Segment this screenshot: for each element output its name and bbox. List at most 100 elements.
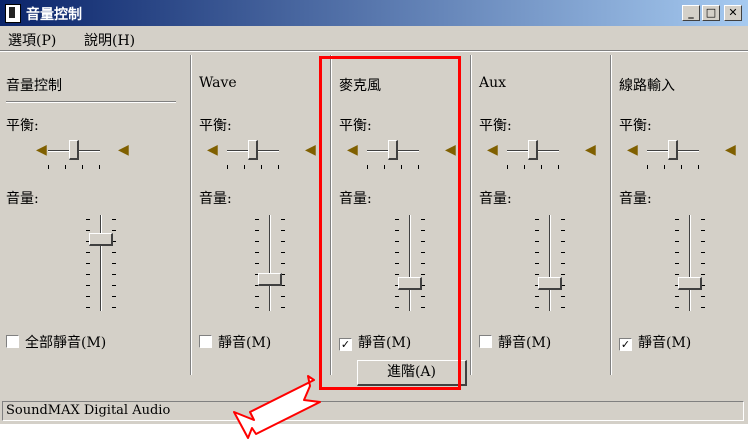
tick-mark <box>535 263 539 264</box>
tick-mark <box>561 274 565 275</box>
tick-mark <box>112 252 116 253</box>
speaker-right-icon: ◀ <box>725 142 736 158</box>
balance-thumb[interactable] <box>668 140 678 160</box>
tick-mark <box>86 263 90 264</box>
tick-mark <box>701 296 705 297</box>
balance-slider[interactable] <box>647 140 699 172</box>
balance-label: 平衡: <box>479 118 512 134</box>
tick-mark <box>281 241 285 242</box>
menu-bar: 選項(P) 說明(H) <box>0 27 748 49</box>
volume-slider[interactable] <box>251 215 291 311</box>
tick-mark <box>112 296 116 297</box>
tick-mark <box>561 263 565 264</box>
channel-name: 音量控制 <box>6 78 62 94</box>
mute-checkbox[interactable]: 靜音(M) <box>199 332 271 352</box>
tick-mark <box>535 219 539 220</box>
menu-help[interactable]: 說明(H) <box>84 30 135 50</box>
channel-column: 線路輸入 平衡: ◀ ◀ 音量: ✓ 靜音(M) <box>613 55 748 375</box>
tick-mark <box>675 307 679 308</box>
tick-mark <box>647 165 648 169</box>
checkbox-box[interactable] <box>6 335 19 348</box>
tick-mark <box>281 307 285 308</box>
channel-name: Wave <box>199 75 237 91</box>
window-title: 音量控制 <box>26 7 82 23</box>
tick-mark <box>561 219 565 220</box>
mute-checkbox[interactable]: ✓ 靜音(M) <box>619 332 691 352</box>
channel-column: 音量控制 平衡: ◀ ◀ 音量: 全部靜音(M) <box>0 55 176 375</box>
tick-mark <box>112 219 116 220</box>
volume-thumb[interactable] <box>678 277 702 290</box>
checkbox-box[interactable]: ✓ <box>619 338 632 351</box>
balance-thumb[interactable] <box>528 140 538 160</box>
speaker-right-icon: ◀ <box>585 142 596 158</box>
tick-mark <box>112 230 116 231</box>
volume-slider[interactable] <box>82 215 122 311</box>
mute-label: 靜音(M) <box>638 335 692 351</box>
balance-ticks <box>647 165 699 169</box>
tick-mark <box>255 263 259 264</box>
volume-thumb[interactable] <box>89 233 113 246</box>
tick-mark <box>561 230 565 231</box>
tick-mark <box>86 219 90 220</box>
checkbox-box[interactable] <box>199 335 212 348</box>
balance-thumb[interactable] <box>69 140 79 160</box>
tick-mark <box>675 230 679 231</box>
tick-mark <box>255 252 259 253</box>
tick-mark <box>86 230 90 231</box>
tick-mark <box>535 252 539 253</box>
tick-mark <box>535 296 539 297</box>
speaker-left-icon: ◀ <box>487 142 498 158</box>
checkbox-box[interactable] <box>479 335 492 348</box>
channel-column: Wave 平衡: ◀ ◀ 音量: 靜音(M) <box>193 55 331 375</box>
maximize-button[interactable]: □ <box>702 5 720 21</box>
channel-name: Aux <box>479 75 507 91</box>
tick-mark <box>255 296 259 297</box>
channel-column: Aux 平衡: ◀ ◀ 音量: 靜音(M) <box>473 55 611 375</box>
mute-checkbox[interactable]: 靜音(M) <box>479 332 551 352</box>
tick-mark <box>675 263 679 264</box>
balance-slider[interactable] <box>48 140 100 172</box>
tick-mark <box>86 296 90 297</box>
tick-mark <box>255 219 259 220</box>
close-button[interactable]: ✕ <box>724 5 742 21</box>
tick-mark <box>507 165 508 169</box>
tick-mark <box>281 263 285 264</box>
tick-mark <box>681 165 682 169</box>
tick-mark <box>281 230 285 231</box>
tick-mark <box>255 230 259 231</box>
tick-mark <box>675 274 679 275</box>
tick-mark <box>86 252 90 253</box>
balance-slider[interactable] <box>227 140 279 172</box>
speaker-left-icon: ◀ <box>627 142 638 158</box>
tick-mark <box>675 219 679 220</box>
tick-mark <box>701 252 705 253</box>
menu-options[interactable]: 選項(P) <box>8 30 56 50</box>
balance-slider[interactable] <box>507 140 559 172</box>
tick-mark <box>701 241 705 242</box>
tick-mark <box>99 165 100 169</box>
tick-mark <box>675 252 679 253</box>
tick-mark <box>112 263 116 264</box>
tick-mark <box>535 241 539 242</box>
volume-slider[interactable] <box>671 215 711 311</box>
header-underline <box>6 101 176 103</box>
tick-mark <box>255 241 259 242</box>
volume-track <box>689 215 691 311</box>
balance-label: 平衡: <box>6 118 39 134</box>
balance-thumb[interactable] <box>248 140 258 160</box>
title-bar[interactable]: 音量控制 _ □ ✕ <box>0 0 748 26</box>
tick-mark <box>281 296 285 297</box>
volume-slider[interactable] <box>531 215 571 311</box>
tick-mark <box>535 274 539 275</box>
tick-mark <box>675 296 679 297</box>
mute-checkbox[interactable]: 全部靜音(M) <box>6 332 106 352</box>
tick-mark <box>561 307 565 308</box>
volume-thumb[interactable] <box>538 277 562 290</box>
minimize-button[interactable]: _ <box>682 5 700 21</box>
tick-mark <box>112 285 116 286</box>
volume-thumb[interactable] <box>258 273 282 286</box>
tick-mark <box>561 252 565 253</box>
tick-mark <box>701 230 705 231</box>
speaker-right-icon: ◀ <box>118 142 129 158</box>
tick-mark <box>664 165 665 169</box>
